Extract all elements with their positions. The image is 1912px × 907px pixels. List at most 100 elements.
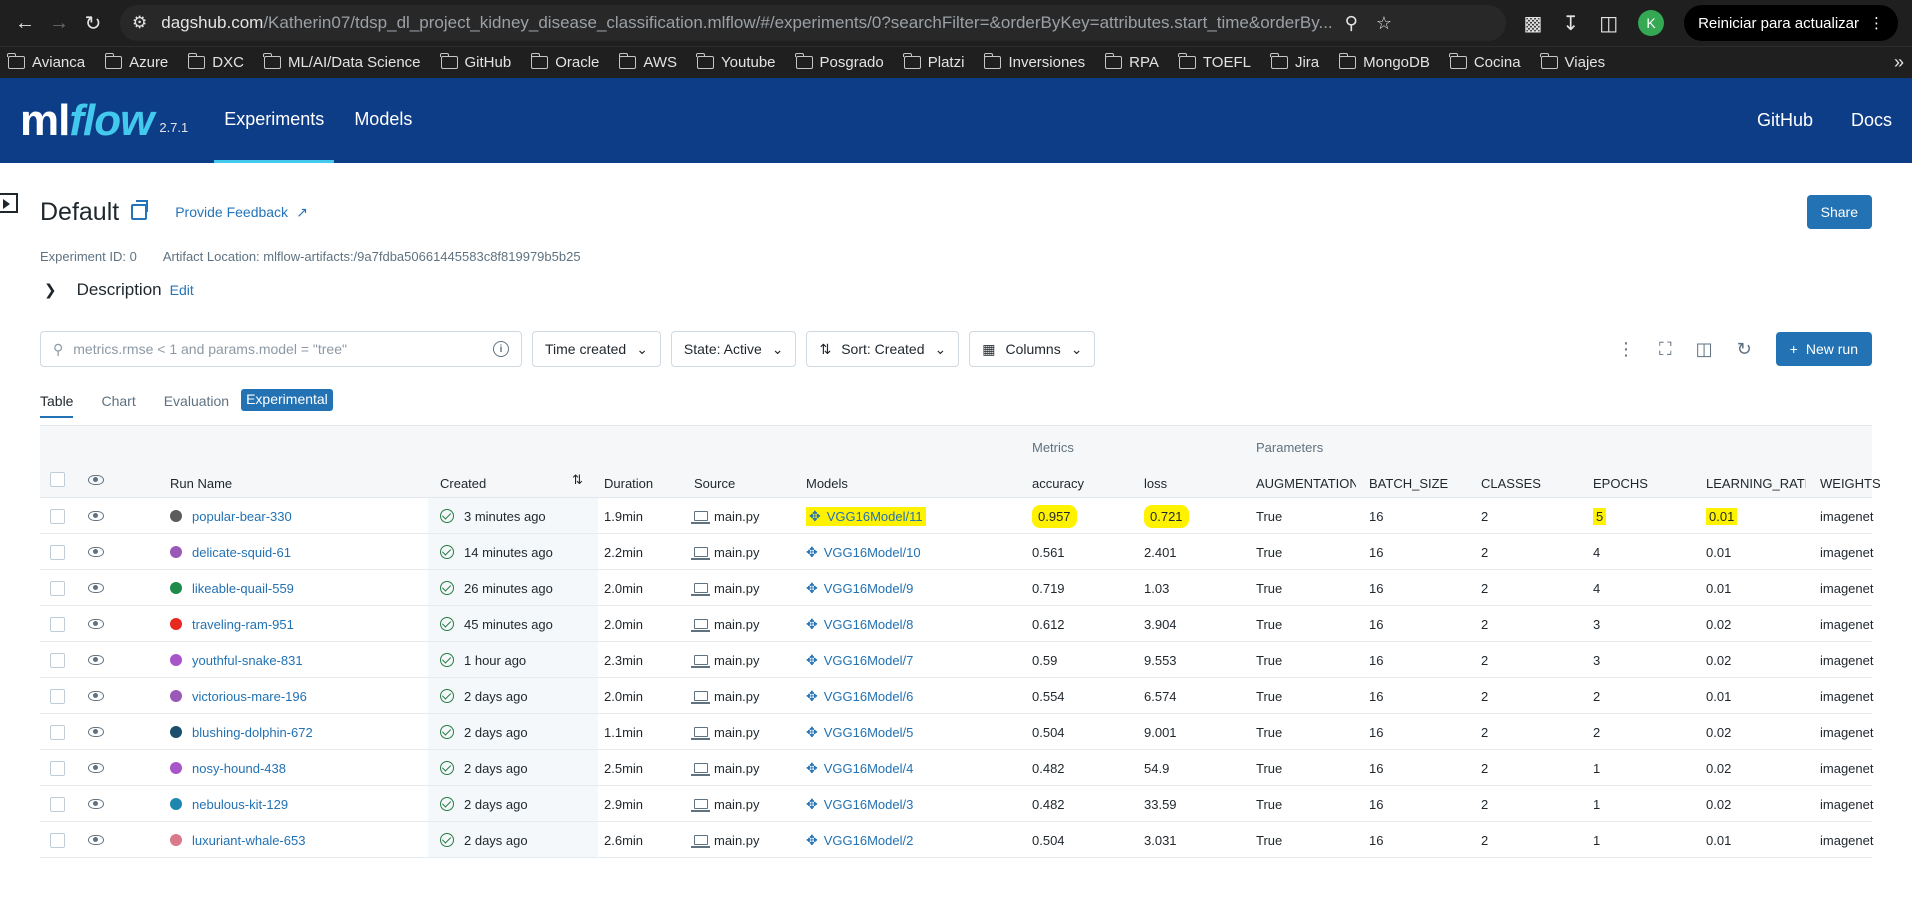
model-cell[interactable]: ✥ VGG16Model/10 (806, 534, 921, 570)
model-link[interactable]: VGG16Model/6 (824, 689, 914, 704)
bookmark-item[interactable]: Viajes (1539, 53, 1605, 71)
model-link[interactable]: VGG16Model/9 (824, 581, 914, 596)
run-name-link[interactable]: nebulous-kit-129 (192, 797, 288, 812)
model-link[interactable]: VGG16Model/8 (824, 617, 914, 632)
bookmark-item[interactable]: RPA (1104, 53, 1159, 71)
tab-table[interactable]: Table (40, 393, 74, 418)
download-icon[interactable]: ↧ (1562, 11, 1579, 36)
search-input[interactable]: ⚲ metrics.rmse < 1 and params.model = "t… (40, 331, 522, 367)
run-name-cell[interactable]: nebulous-kit-129 (170, 786, 288, 822)
header-models[interactable]: Models (806, 476, 848, 491)
eye-icon[interactable] (88, 606, 104, 642)
header-duration[interactable]: Duration (604, 476, 653, 491)
run-name-link[interactable]: blushing-dolphin-672 (192, 725, 313, 740)
model-cell[interactable]: ✥ VGG16Model/4 (806, 750, 913, 786)
bookmark-item[interactable]: GitHub (439, 53, 511, 71)
time-created-dropdown[interactable]: Time created ⌄ (532, 331, 661, 367)
bookmark-item[interactable]: Jira (1270, 53, 1319, 71)
eye-icon[interactable] (88, 714, 104, 750)
run-name-cell[interactable]: popular-bear-330 (170, 498, 292, 534)
refresh-icon[interactable]: ↻ (1737, 339, 1752, 360)
eye-icon[interactable] (88, 822, 104, 858)
bookmark-item[interactable]: AWS (618, 53, 677, 71)
bookmark-item[interactable]: Azure (104, 53, 168, 71)
bookmark-item[interactable]: Cocina (1449, 53, 1521, 71)
info-icon[interactable]: i (493, 341, 509, 357)
run-name-link[interactable]: youthful-snake-831 (192, 653, 303, 668)
header-accuracy[interactable]: accuracy (1032, 476, 1084, 491)
kebab-menu-icon[interactable]: ⋮ (1617, 339, 1635, 360)
visibility-header-icon[interactable] (88, 475, 104, 485)
run-name-link[interactable]: nosy-hound-438 (192, 761, 286, 776)
table-row[interactable]: victorious-mare-196 2 days ago 2.0min main.… (40, 678, 1873, 714)
zoom-icon[interactable]: ⚲ (1345, 13, 1358, 34)
github-link[interactable]: GitHub (1757, 110, 1813, 131)
eye-icon[interactable] (88, 678, 104, 714)
model-cell[interactable]: ✥ VGG16Model/9 (806, 570, 913, 606)
run-name-cell[interactable]: nosy-hound-438 (170, 750, 286, 786)
sidebar-toggle-icon[interactable] (0, 193, 18, 213)
tab-evaluation[interactable]: Evaluation (164, 393, 229, 418)
bookmark-item[interactable]: DXC (187, 53, 244, 71)
model-link[interactable]: VGG16Model/3 (824, 797, 914, 812)
row-checkbox[interactable] (50, 750, 65, 786)
run-name-link[interactable]: victorious-mare-196 (192, 689, 307, 704)
forward-icon[interactable]: → (42, 6, 76, 40)
fullscreen-icon[interactable]: ⛶ (1659, 339, 1672, 360)
run-name-cell[interactable]: delicate-squid-61 (170, 534, 291, 570)
table-row[interactable]: nosy-hound-438 2 days ago 2.5min main.py ✥ VG… (40, 750, 1873, 786)
state-dropdown[interactable]: State: Active ⌄ (670, 331, 797, 367)
row-checkbox[interactable] (50, 786, 65, 822)
bookmark-item[interactable]: MongoDB (1338, 53, 1430, 71)
table-row[interactable]: delicate-squid-61 14 minutes ago 2.2min mai… (40, 534, 1873, 570)
run-name-cell[interactable]: victorious-mare-196 (170, 678, 307, 714)
description-edit-link[interactable]: Edit (170, 282, 194, 298)
model-cell[interactable]: ✥ VGG16Model/3 (806, 786, 913, 822)
bookmark-item[interactable]: Youtube (696, 53, 776, 71)
address-bar[interactable]: ⚙ dagshub.com/Katherin07/tdsp_dl_project… (120, 5, 1506, 41)
row-checkbox[interactable] (50, 642, 65, 678)
table-row[interactable]: youthful-snake-831 1 hour ago 2.3min main.p… (40, 642, 1873, 678)
run-name-cell[interactable]: traveling-ram-951 (170, 606, 294, 642)
run-name-cell[interactable]: blushing-dolphin-672 (170, 714, 313, 750)
header-loss[interactable]: loss (1144, 476, 1167, 491)
eye-icon[interactable] (88, 750, 104, 786)
bookmark-item[interactable]: Oracle (530, 53, 599, 71)
run-name-cell[interactable]: luxuriant-whale-653 (170, 822, 305, 858)
run-name-link[interactable]: traveling-ram-951 (192, 617, 294, 632)
sort-dropdown[interactable]: ⇅ Sort: Created ⌄ (806, 331, 960, 367)
table-row[interactable]: traveling-ram-951 45 minutes ago 2.0min mai… (40, 606, 1873, 642)
header-created[interactable]: Created (440, 476, 486, 491)
model-link[interactable]: VGG16Model/7 (824, 653, 914, 668)
run-name-cell[interactable]: likeable-quail-559 (170, 570, 294, 606)
bookmark-item[interactable]: Inversiones (983, 53, 1085, 71)
row-checkbox[interactable] (50, 534, 65, 570)
run-name-link[interactable]: delicate-squid-61 (192, 545, 291, 560)
table-row[interactable]: likeable-quail-559 26 minutes ago 2.0min ma… (40, 570, 1873, 606)
model-link[interactable]: VGG16Model/2 (824, 833, 914, 848)
header-learning-rate[interactable]: LEARNING_RATE (1706, 476, 1806, 491)
eye-icon[interactable] (88, 786, 104, 822)
model-cell[interactable]: ✥ VGG16Model/5 (806, 714, 913, 750)
share-button[interactable]: Share (1806, 195, 1872, 229)
row-checkbox[interactable] (50, 678, 65, 714)
sort-desc-icon[interactable]: ⇅ (572, 472, 583, 488)
copy-icon[interactable] (131, 200, 149, 220)
bookmark-item[interactable]: Posgrado (794, 53, 884, 71)
header-source[interactable]: Source (694, 476, 735, 491)
model-cell[interactable]: ✥ VGG16Model/2 (806, 822, 913, 858)
table-row[interactable]: popular-bear-330 3 minutes ago 1.9min main.… (40, 498, 1873, 534)
table-row[interactable]: blushing-dolphin-672 2 days ago 1.1min main… (40, 714, 1873, 750)
tab-chart[interactable]: Chart (101, 393, 135, 418)
bookmark-item[interactable]: ML/AI/Data Science (263, 53, 421, 71)
bookmark-item[interactable]: TOEFL (1178, 53, 1251, 71)
model-link[interactable]: VGG16Model/5 (824, 725, 914, 740)
run-name-link[interactable]: popular-bear-330 (192, 509, 292, 524)
run-name-link[interactable]: luxuriant-whale-653 (192, 833, 305, 848)
table-row[interactable]: luxuriant-whale-653 2 days ago 2.6min main.… (40, 822, 1873, 858)
update-button[interactable]: Reiniciar para actualizar ⋮ (1684, 5, 1898, 41)
new-run-button[interactable]: + New run (1775, 332, 1872, 366)
row-checkbox[interactable] (50, 606, 65, 642)
header-epochs[interactable]: EPOCHS (1593, 476, 1648, 491)
nav-experiments[interactable]: Experiments (214, 78, 335, 163)
